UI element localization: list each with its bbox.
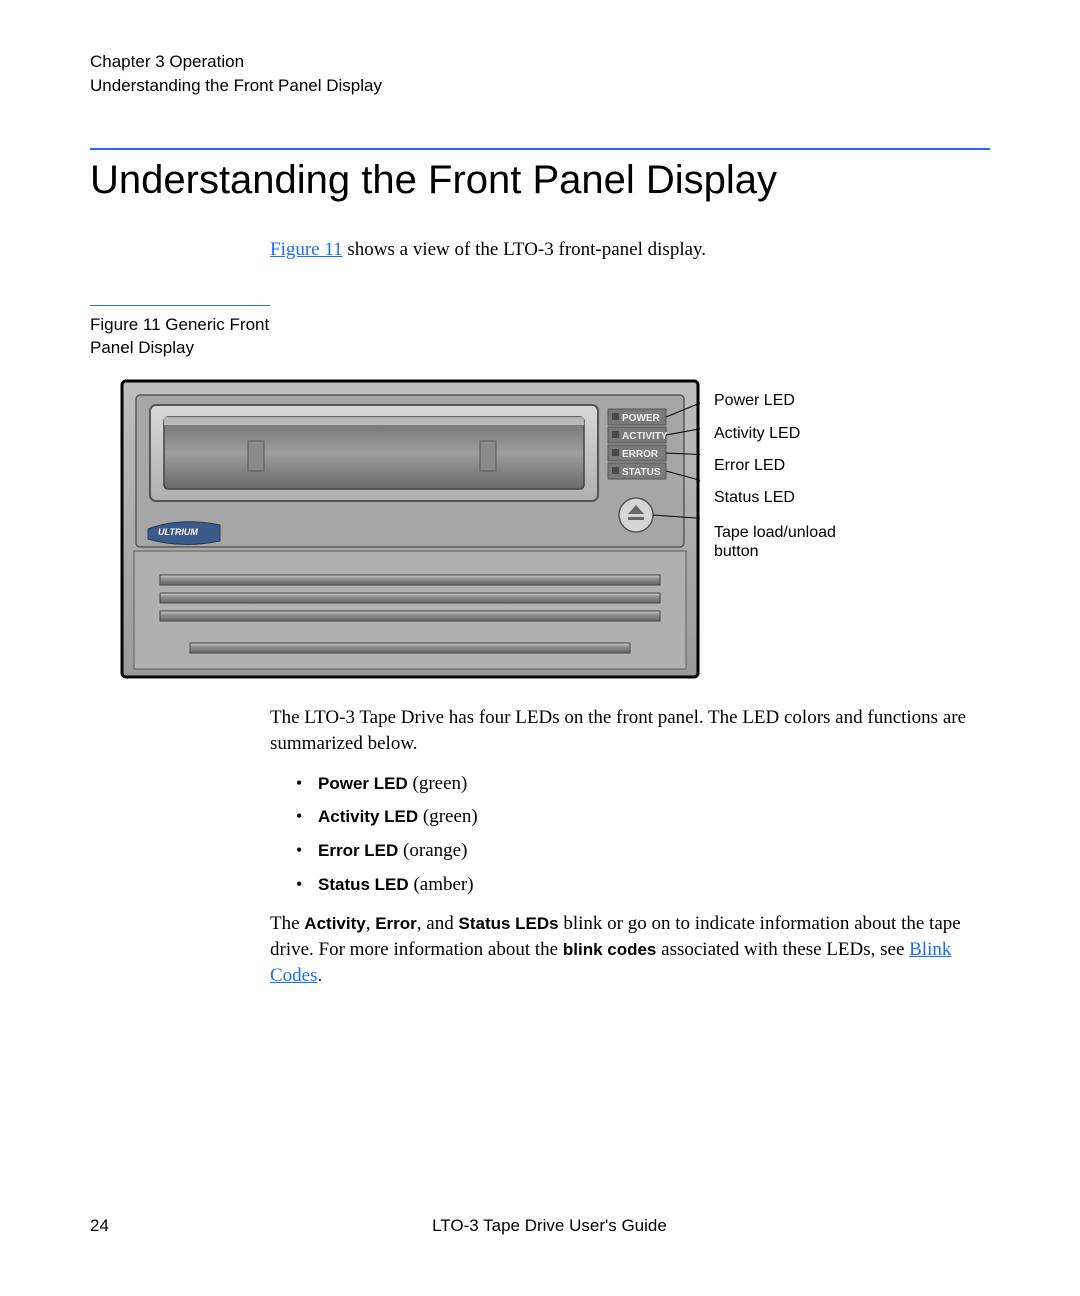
chapter-label: Chapter 3 Operation (90, 50, 990, 74)
led-list: Power LED (green) Activity LED (green) E… (296, 771, 990, 898)
figure-caption: Figure 11 Generic Front Panel Display (90, 305, 270, 360)
body-p1: The LTO-3 Tape Drive has four LEDs on th… (270, 705, 990, 756)
figure-row: POWER ACTIVITY ERROR STATUS ULTRIUM (120, 379, 990, 679)
ultrium-logo: ULTRIUM (148, 522, 220, 545)
section-label: Understanding the Front Panel Display (90, 74, 990, 98)
label-activity-led: Activity LED (714, 424, 874, 443)
page-footer: 24 LTO-3 Tape Drive User's Guide (90, 1216, 990, 1236)
title-rule (90, 148, 990, 150)
list-item: Power LED (green) (296, 771, 990, 797)
page-header: Chapter 3 Operation Understanding the Fr… (90, 50, 990, 98)
svg-text:POWER: POWER (622, 413, 661, 424)
list-item: Activity LED (green) (296, 804, 990, 830)
body-text: The LTO-3 Tape Drive has four LEDs on th… (270, 705, 990, 988)
svg-text:ERROR: ERROR (622, 449, 659, 460)
footer-title: LTO-3 Tape Drive User's Guide (90, 1216, 990, 1236)
svg-text:STATUS: STATUS (622, 467, 661, 478)
figure-ref-link[interactable]: Figure 11 (270, 239, 343, 260)
callout-labels: Power LED Activity LED Error LED Status … (714, 379, 874, 574)
page-title: Understanding the Front Panel Display (90, 158, 990, 203)
front-panel-illustration: POWER ACTIVITY ERROR STATUS ULTRIUM (120, 379, 700, 679)
intro-text: shows a view of the LTO-3 front-panel di… (343, 239, 706, 260)
label-status-led: Status LED (714, 488, 874, 507)
svg-text:ULTRIUM: ULTRIUM (158, 527, 198, 537)
body-p2: The Activity, Error, and Status LEDs bli… (270, 911, 990, 988)
intro-paragraph: Figure 11 shows a view of the LTO-3 fron… (270, 239, 990, 261)
page-number: 24 (90, 1216, 109, 1236)
label-error-led: Error LED (714, 456, 874, 475)
list-item: Error LED (orange) (296, 838, 990, 864)
label-eject-button: Tape load/unload button (714, 523, 874, 561)
svg-text:ACTIVITY: ACTIVITY (622, 431, 668, 442)
label-power-led: Power LED (714, 391, 874, 410)
list-item: Status LED (amber) (296, 872, 990, 898)
